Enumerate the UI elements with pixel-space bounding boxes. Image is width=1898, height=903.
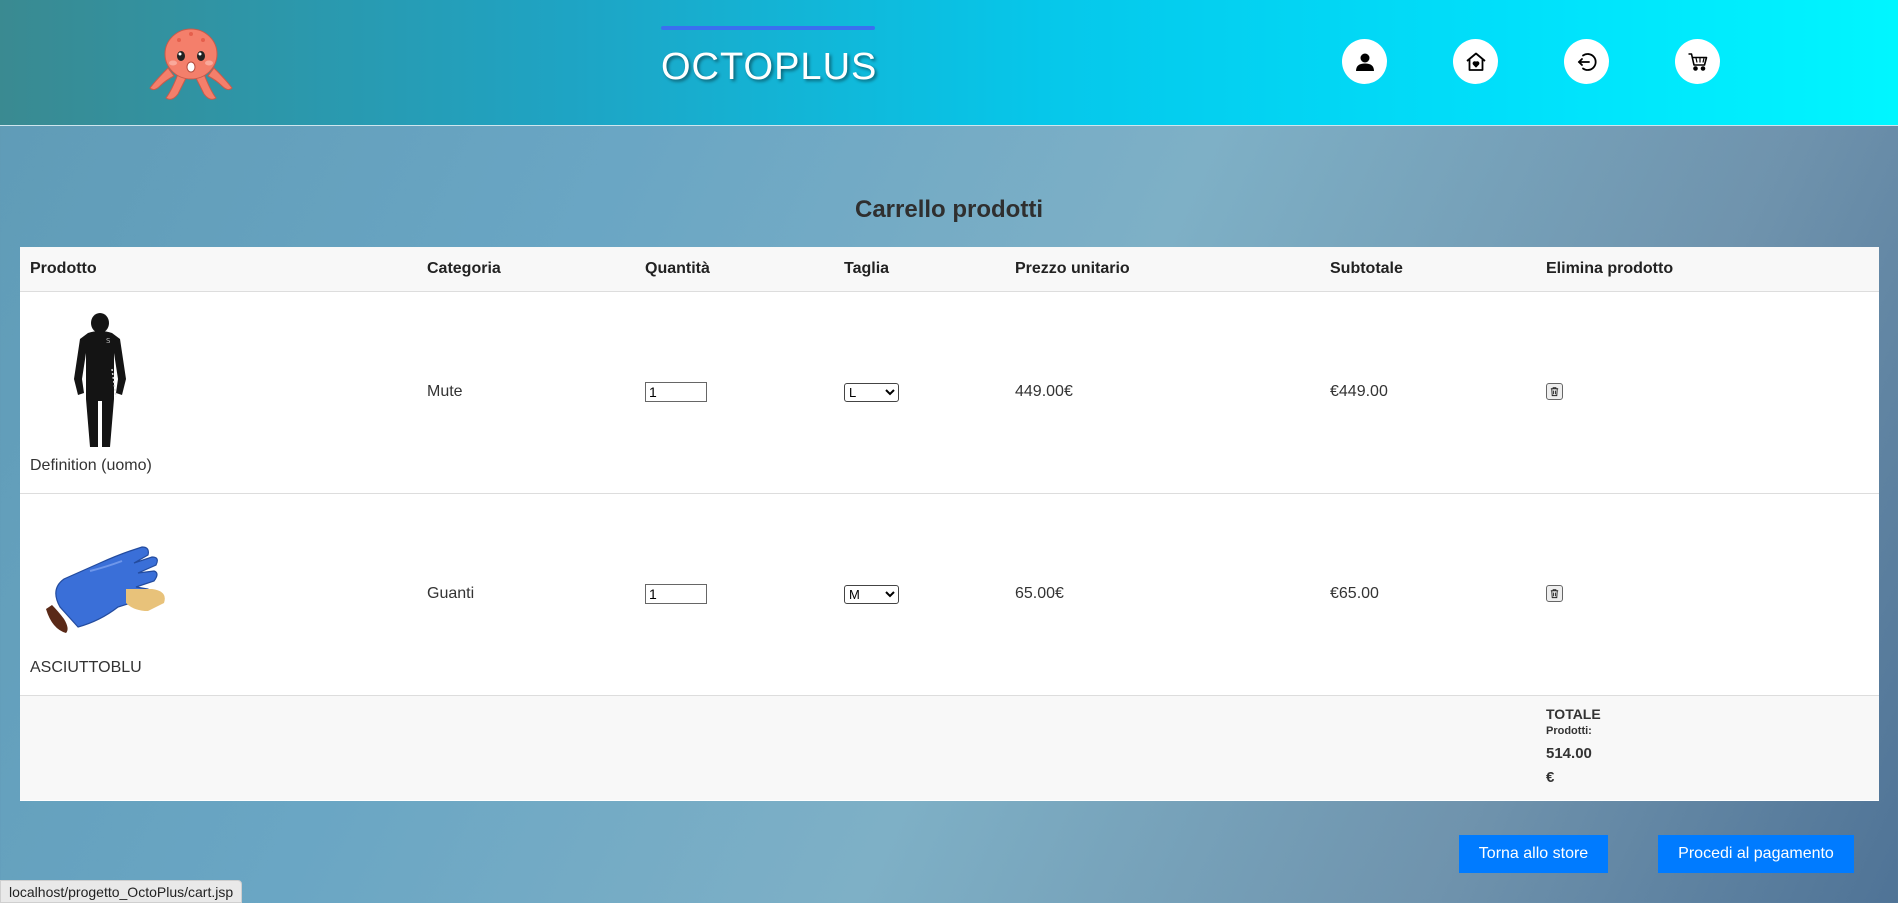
table-row: S Definition (uomo) Mute L 449.00€ €449.… bbox=[20, 291, 1879, 494]
total-label: TOTALE bbox=[1546, 705, 1601, 722]
cart-table: Prodotto Categoria Quantità Taglia Prezz… bbox=[20, 247, 1879, 800]
header-prezzo-unitario: Prezzo unitario bbox=[1005, 247, 1320, 292]
home-heart-icon[interactable] bbox=[1453, 39, 1498, 84]
header-taglia: Taglia bbox=[834, 247, 1005, 292]
table-row: ASCIUTTOBLU Guanti M 65.00€ €65.00 bbox=[20, 493, 1879, 696]
total-cell: TOTALE Prodotti: 514.00 € bbox=[1536, 695, 1879, 800]
product-cell: S Definition (uomo) bbox=[20, 291, 417, 494]
proceed-to-payment-button[interactable]: Procedi al pagamento bbox=[1658, 835, 1854, 873]
header-prodotto: Prodotto bbox=[20, 247, 417, 292]
table-header-row: Prodotto Categoria Quantità Taglia Prezz… bbox=[20, 247, 1879, 292]
header-quantita: Quantità bbox=[635, 247, 834, 292]
status-bar-url: localhost/progetto_OctoPlus/cart.jsp bbox=[0, 880, 243, 903]
delete-cell bbox=[1536, 493, 1879, 696]
delete-cell bbox=[1536, 291, 1879, 494]
svg-text:S: S bbox=[106, 337, 111, 345]
cart-icon[interactable] bbox=[1675, 39, 1720, 84]
total-row: TOTALE Prodotti: 514.00 € bbox=[20, 695, 1879, 800]
unit-price: 449.00€ bbox=[1005, 291, 1320, 494]
header-subtotale: Subtotale bbox=[1320, 247, 1536, 292]
total-value: 514.00 € bbox=[1546, 742, 1869, 790]
wetsuit-image: S bbox=[74, 313, 126, 447]
brand-title: OCTOPLUS bbox=[661, 46, 878, 88]
page-title: Carrello prodotti bbox=[854, 196, 1043, 223]
site-header: OCTOPLUS bbox=[0, 0, 1898, 126]
total-currency: € bbox=[1546, 768, 1555, 786]
brand-underline bbox=[661, 26, 875, 30]
header-categoria: Categoria bbox=[417, 247, 635, 292]
user-icon[interactable] bbox=[1342, 39, 1387, 84]
quantity-cell bbox=[635, 291, 834, 494]
cart-table-container: Prodotto Categoria Quantità Taglia Prezz… bbox=[20, 247, 1879, 801]
size-select[interactable]: L bbox=[844, 382, 899, 402]
back-to-store-button[interactable]: Torna allo store bbox=[1459, 835, 1608, 873]
quantity-input[interactable] bbox=[645, 382, 707, 402]
subtotal: €65.00 bbox=[1320, 493, 1536, 696]
trash-icon[interactable] bbox=[1546, 584, 1563, 602]
size-cell: L bbox=[834, 291, 1005, 494]
subtotal: €449.00 bbox=[1320, 291, 1536, 494]
product-category: Guanti bbox=[417, 493, 635, 696]
quantity-cell bbox=[635, 493, 834, 696]
unit-price: 65.00€ bbox=[1005, 493, 1320, 696]
octopus-logo[interactable] bbox=[148, 18, 234, 104]
size-select[interactable]: M bbox=[844, 584, 899, 604]
product-name: Definition (uomo) bbox=[30, 457, 152, 474]
header-elimina: Elimina prodotto bbox=[1536, 247, 1879, 292]
product-category: Mute bbox=[417, 291, 635, 494]
quantity-input[interactable] bbox=[645, 584, 707, 604]
logout-icon[interactable] bbox=[1564, 39, 1609, 84]
product-cell: ASCIUTTOBLU bbox=[20, 493, 417, 696]
trash-icon[interactable] bbox=[1546, 382, 1563, 400]
glove-image bbox=[46, 546, 165, 633]
total-amount: 514.00 bbox=[1546, 744, 1592, 762]
product-name: ASCIUTTOBLU bbox=[30, 659, 142, 676]
total-sub-label: Prodotti: bbox=[1546, 724, 1592, 737]
size-cell: M bbox=[834, 493, 1005, 696]
